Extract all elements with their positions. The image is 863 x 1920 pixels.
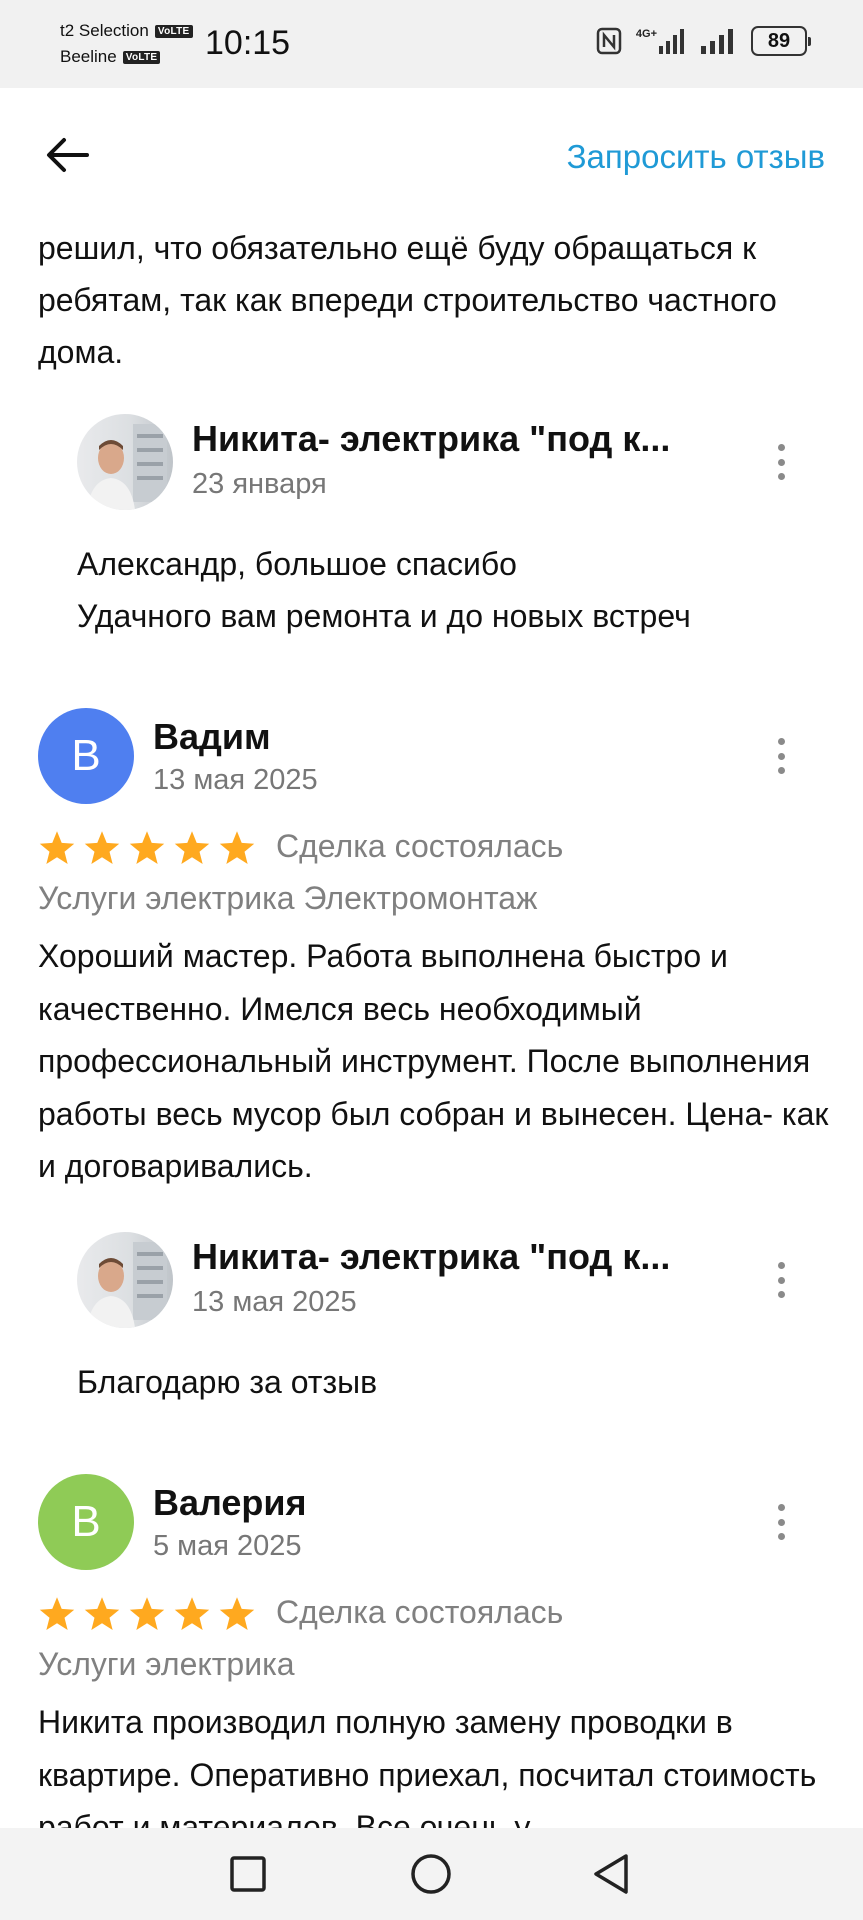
review-date: 13 мая 2025: [153, 764, 318, 796]
reply-author: Никита- электрика "под к...: [192, 418, 671, 459]
avatar-initial: В: [38, 708, 134, 804]
top-bar: Запросить отзыв: [0, 88, 863, 222]
star-icon: [39, 831, 75, 864]
dot: [777, 1291, 785, 1298]
request-review-button[interactable]: Запросить отзыв: [567, 138, 825, 176]
dot: [777, 767, 785, 774]
review-category: Услуги электрика Электромонтаж: [38, 880, 538, 916]
more-options-button[interactable]: [769, 440, 793, 484]
dot: [777, 1504, 785, 1511]
seller-avatar[interactable]: [77, 1232, 173, 1328]
reviewer-name: Валерия: [153, 1482, 307, 1523]
carrier-2: Beeline VoLTE: [60, 47, 161, 67]
dot: [777, 1533, 785, 1540]
review-text: Никита производил полную замену проводки…: [38, 1704, 817, 1828]
dot: [777, 738, 785, 745]
reply-text: Александр, большое спасибо Удачного вам …: [77, 538, 837, 642]
deal-status: Сделка состоялась: [276, 1594, 564, 1630]
carrier-2-name: Beeline: [60, 47, 117, 66]
star-icon: [84, 831, 120, 864]
home-button[interactable]: [407, 1850, 455, 1898]
seller-avatar[interactable]: [77, 414, 173, 510]
recents-button[interactable]: [224, 1850, 272, 1898]
volte-badge: VoLTE: [122, 50, 161, 64]
clock: 10:15: [205, 24, 291, 62]
back-button[interactable]: [42, 130, 92, 180]
dot: [777, 1276, 785, 1284]
star-icon: [129, 1597, 165, 1630]
square-icon: [230, 1856, 266, 1892]
star-icon: [219, 1597, 255, 1630]
volte-badge: VoLTE: [154, 24, 193, 38]
dot: [777, 1518, 785, 1526]
signal-icon: [701, 29, 733, 54]
reply-date: 13 мая 2025: [192, 1286, 357, 1318]
reply-line-1: Александр, большое спасибо: [77, 546, 517, 582]
seller-photo: [77, 1232, 173, 1328]
navigation-bar: [0, 1828, 863, 1920]
more-options-button[interactable]: [769, 734, 793, 778]
rating-stars: [38, 830, 256, 866]
reviewer-avatar[interactable]: В: [38, 1474, 134, 1570]
status-bar: t2 Selection VoLTE Beeline VoLTE 10:15 4…: [0, 0, 863, 88]
carrier-1: t2 Selection VoLTE: [60, 21, 193, 41]
reply-text: Благодарю за отзыв: [77, 1364, 378, 1400]
deal-status: Сделка состоялась: [276, 828, 564, 864]
back-nav-button[interactable]: [588, 1850, 636, 1898]
star-icon: [39, 1597, 75, 1630]
dot: [777, 752, 785, 760]
star-icon: [84, 1597, 120, 1630]
reviewer-name: Вадим: [153, 716, 271, 757]
dot: [777, 444, 785, 451]
review-date: 5 мая 2025: [153, 1530, 302, 1562]
rating-stars: [38, 1596, 256, 1632]
reviewer-avatar[interactable]: В: [38, 708, 134, 804]
star-icon: [174, 831, 210, 864]
star-icon: [129, 831, 165, 864]
dot: [777, 1262, 785, 1269]
status-icons: 4G+ 89: [596, 26, 811, 56]
seller-photo: [77, 414, 173, 510]
battery-icon: 89: [751, 26, 811, 56]
reply-line-2: Удачного вам ремонта и до новых встреч: [77, 598, 691, 634]
triangle-back-icon: [594, 1854, 628, 1894]
avatar-initial: В: [38, 1474, 134, 1570]
signal-4g-icon: 4G+: [636, 28, 687, 54]
dot: [777, 458, 785, 466]
network-label: 4G+: [635, 28, 657, 40]
reply-date: 23 января: [192, 468, 327, 500]
star-icon: [219, 831, 255, 864]
carrier-1-name: t2 Selection: [60, 21, 149, 40]
review-category: Услуги электрика: [38, 1646, 295, 1682]
nfc-icon: [596, 27, 622, 55]
more-options-button[interactable]: [769, 1500, 793, 1544]
review-text: Хороший мастер. Работа выполнена быстро …: [38, 938, 829, 1184]
reply-author: Никита- электрика "под к...: [192, 1236, 671, 1277]
star-icon: [174, 1597, 210, 1630]
reviews-list[interactable]: решил, что обязательно ещё буду обращать…: [0, 222, 863, 1828]
previous-review-text: решил, что обязательно ещё буду обращать…: [38, 230, 777, 370]
circle-icon: [411, 1854, 451, 1894]
more-options-button[interactable]: [769, 1258, 793, 1302]
dot: [777, 473, 785, 480]
arrow-left-icon: [47, 138, 89, 172]
